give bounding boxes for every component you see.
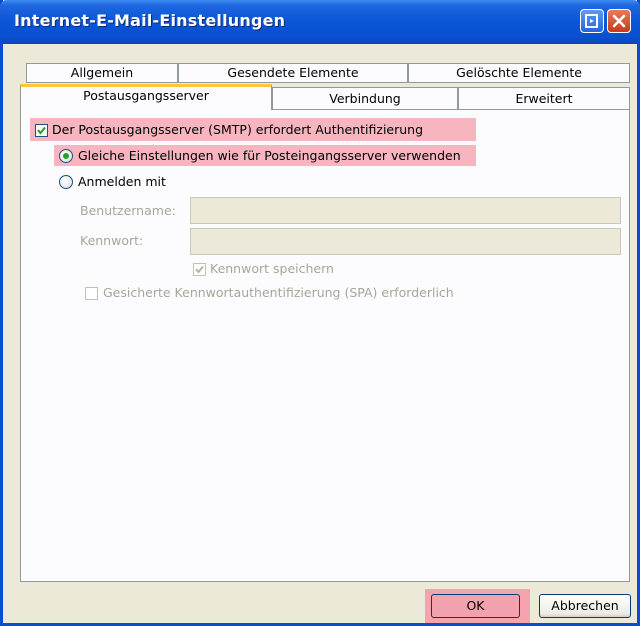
tab-gesendete-elemente[interactable]: Gesendete Elemente	[178, 63, 408, 83]
close-button[interactable]	[607, 9, 631, 33]
help-window-icon	[585, 14, 598, 28]
username-label: Benutzername:	[80, 203, 176, 218]
same-settings-label: Gleiche Einstellungen wie für Posteingan…	[78, 148, 461, 163]
close-icon	[612, 14, 626, 28]
tab-postausgangsserver[interactable]: Postausgangsserver	[20, 84, 272, 110]
smtp-auth-label: Der Postausgangsserver (SMTP) erfordert …	[52, 122, 424, 137]
checkmark-icon	[195, 265, 204, 274]
password-label: Kennwort:	[80, 233, 144, 248]
spa-checkbox[interactable]	[85, 287, 98, 300]
cancel-button[interactable]: Abbrechen	[539, 594, 631, 618]
username-input[interactable]	[190, 197, 621, 224]
same-settings-radio[interactable]	[59, 149, 73, 163]
tab-erweitert[interactable]: Erweitert	[458, 87, 630, 109]
login-with-radio[interactable]	[59, 175, 73, 189]
remember-password-label: Kennwort speichern	[210, 261, 334, 276]
smtp-auth-checkbox[interactable]	[35, 124, 48, 137]
login-with-label: Anmelden mit	[78, 174, 166, 189]
password-input[interactable]	[190, 228, 621, 255]
spa-label: Gesicherte Kennwortauthentifizierung (SP…	[103, 285, 454, 300]
help-window-button[interactable]	[580, 9, 604, 33]
checkmark-icon	[37, 126, 46, 135]
tab-allgemein[interactable]: Allgemein	[26, 63, 178, 83]
radio-selected-dot	[63, 153, 69, 159]
tab-geloeschte-elemente[interactable]: Gelöschte Elemente	[408, 63, 630, 83]
remember-password-checkbox[interactable]	[193, 263, 206, 276]
tab-verbindung[interactable]: Verbindung	[272, 87, 458, 109]
ok-button[interactable]: OK	[431, 594, 520, 618]
title-bar[interactable]: Internet-E-Mail-Einstellungen	[0, 0, 640, 44]
window-title: Internet-E-Mail-Einstellungen	[14, 11, 286, 30]
